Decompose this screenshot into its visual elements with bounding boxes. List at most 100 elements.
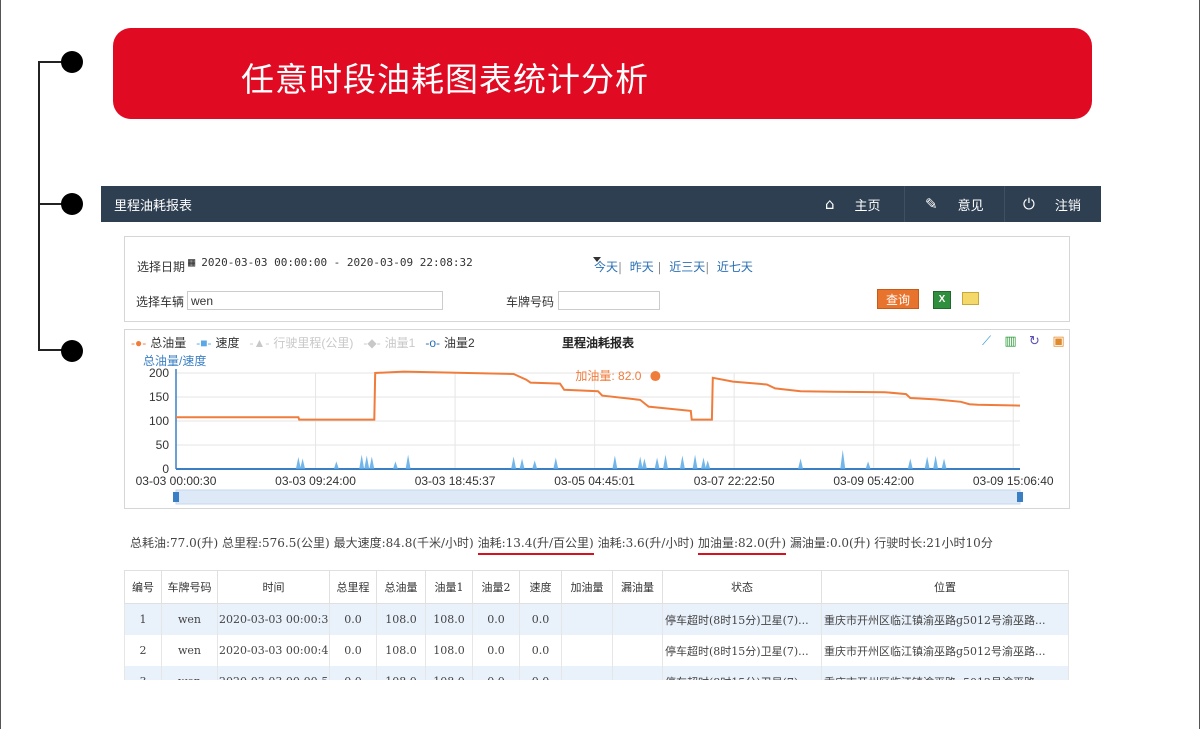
x-tick-label: 03-03 09:24:00 — [275, 474, 356, 488]
table-cell — [561, 635, 613, 666]
speed-spike — [364, 455, 370, 469]
table-clip-mask — [120, 680, 1080, 729]
app-header: 里程油耗报表 ⌂ 主页 ✎ 意见 ⏻ 注销 — [101, 186, 1101, 222]
column-header[interactable]: 编号 — [124, 570, 162, 604]
chart-y-axis-label: 总油量/速度 — [143, 354, 207, 368]
bullet-dot-1 — [61, 51, 83, 73]
speed-spike — [705, 460, 711, 469]
speed-spike — [333, 461, 339, 469]
column-header[interactable]: 车牌号码 — [161, 570, 218, 604]
save-image-icon[interactable]: ▣ — [1051, 334, 1066, 349]
speed-spike — [637, 456, 643, 469]
chart-legend: -●- 总油量 -■- 速度 -▲- 行驶里程(公里) -◆- 油量1 -o- … — [131, 334, 475, 351]
legend-item-fuel2[interactable]: -o- 油量2 — [425, 334, 474, 351]
mail-icon[interactable] — [962, 292, 979, 305]
table-cell: 停车超时(8时15分)卫星(7)... — [662, 635, 822, 666]
summary-refuel-amount: 加油量:82.0(升) — [697, 536, 787, 555]
date-range-value: 2020-03-03 00:00:00 - 2020-03-09 22:08:3… — [201, 255, 473, 269]
speed-spike — [300, 458, 306, 469]
pencil-icon: ✎ — [925, 195, 938, 213]
app-title: 里程油耗报表 — [114, 199, 193, 214]
plate-label: 车牌号码 — [506, 295, 555, 309]
speed-spike — [840, 449, 846, 469]
column-header[interactable]: 加油量 — [561, 570, 613, 604]
refuel-point — [650, 371, 661, 382]
query-button[interactable]: 查询 — [877, 289, 919, 309]
power-icon: ⏻ — [1023, 195, 1035, 213]
zoom-slider-track — [175, 489, 1021, 505]
legend-label: 总油量 — [150, 336, 187, 350]
speed-spike — [511, 456, 517, 469]
column-header[interactable]: 油量1 — [425, 570, 473, 604]
table-cell — [561, 603, 613, 635]
table-cell — [612, 635, 663, 666]
summary-total-mileage: 总里程:576.5(公里) — [221, 536, 330, 550]
quick-today-link[interactable]: 今天 — [594, 260, 618, 274]
plate-input[interactable] — [558, 291, 660, 310]
summary-total-fuel: 总耗油:77.0(升) — [130, 536, 219, 550]
bar-chart-icon[interactable]: ▥ — [1003, 334, 1018, 349]
summary-fuel-per-100km: 油耗:13.4(升/百公里) — [477, 536, 594, 555]
column-header[interactable]: 漏油量 — [612, 570, 663, 604]
nav-logout-label: 注销 — [1054, 198, 1081, 214]
column-header[interactable]: 总油量 — [376, 570, 426, 604]
table-row[interactable]: 1 wen 2020-03-03 00:00:30 0.0 108.0 108.… — [124, 603, 1069, 635]
date-range-select[interactable]: ▦ 2020-03-03 00:00:00 - 2020-03-09 22:08… — [188, 251, 601, 273]
table-cell: 0.0 — [519, 635, 562, 666]
legend-item-total-fuel[interactable]: -●- 总油量 — [131, 334, 186, 351]
nav-logout[interactable]: ⏻ 注销 — [1023, 186, 1081, 222]
quick-3days-link[interactable]: 近三天 — [669, 260, 705, 274]
table-cell: 停车超时(8时15分)卫星(7)... — [662, 603, 822, 635]
table-cell: 2020-03-03 00:00:30 — [217, 603, 330, 635]
refuel-annotation-label: 加油量: 82.0 — [575, 369, 641, 383]
column-header[interactable]: 时间 — [217, 570, 330, 604]
column-header[interactable]: 油量2 — [472, 570, 520, 604]
banner-title: 任意时段油耗图表统计分析 — [241, 60, 649, 99]
speed-spike — [679, 455, 685, 469]
table-row[interactable]: 2 wen 2020-03-03 00:00:40 0.0 108.0 108.… — [124, 635, 1069, 666]
table-cell: 2020-03-03 00:00:40 — [217, 635, 330, 666]
column-header[interactable]: 位置 — [821, 570, 1069, 604]
speed-spike — [553, 457, 559, 469]
column-header[interactable]: 速度 — [519, 570, 562, 604]
y-tick-label: 50 — [156, 438, 170, 452]
nav-home[interactable]: ⌂ 主页 — [825, 186, 881, 222]
x-tick-label: 03-09 15:06:40 — [973, 474, 1054, 488]
legend-marker: -●- — [131, 335, 147, 350]
table-cell: 2 — [124, 635, 162, 666]
quick-yesterday-link[interactable]: 昨天 — [630, 260, 654, 274]
excel-export-icon[interactable]: X — [933, 291, 951, 309]
speed-spike — [612, 455, 618, 469]
table-cell: 0.0 — [472, 635, 520, 666]
nav-feedback[interactable]: ✎ 意见 — [925, 186, 984, 222]
speed-spike — [907, 458, 913, 469]
legend-item-fuel1[interactable]: -◆- 油量1 — [363, 334, 415, 351]
column-header[interactable]: 总里程 — [329, 570, 377, 604]
speed-spike — [941, 458, 947, 469]
line-chart-icon[interactable]: ⟋ — [979, 334, 994, 349]
bracket-line — [38, 61, 40, 350]
speed-spike — [924, 456, 930, 469]
x-tick-label: 03-05 04:45:01 — [554, 474, 635, 488]
fuel-chart: 05010015020003-03 00:00:30 03-03 09:24:00… — [136, 366, 1054, 505]
x-tick-label: 03-03 00:00:30 — [136, 474, 217, 488]
speed-spike — [654, 457, 660, 469]
nav-home-label: 主页 — [854, 198, 881, 214]
speed-spike — [532, 460, 538, 469]
legend-item-speed[interactable]: -■- 速度 — [196, 334, 239, 351]
legend-label: 油量2 — [444, 336, 475, 350]
legend-marker: -o- — [425, 335, 440, 350]
refresh-icon[interactable]: ↻ — [1027, 334, 1042, 349]
speed-spike — [392, 461, 398, 469]
y-tick-label: 150 — [149, 390, 169, 404]
legend-label: 油量1 — [384, 336, 416, 350]
vehicle-label: 选择车辆 — [136, 295, 185, 309]
x-tick-label: 03-09 05:42:00 — [833, 474, 914, 488]
table-cell: 108.0 — [376, 635, 426, 666]
quick-7days-link[interactable]: 近七天 — [717, 260, 753, 274]
quick-range-links: 今天| 昨天 | 近三天| 近七天 — [594, 260, 753, 274]
speed-spike — [701, 457, 706, 469]
column-header[interactable]: 状态 — [662, 570, 822, 604]
vehicle-input[interactable]: wen — [187, 291, 443, 310]
legend-item-mileage[interactable]: -▲- 行驶里程(公里) — [250, 334, 354, 351]
